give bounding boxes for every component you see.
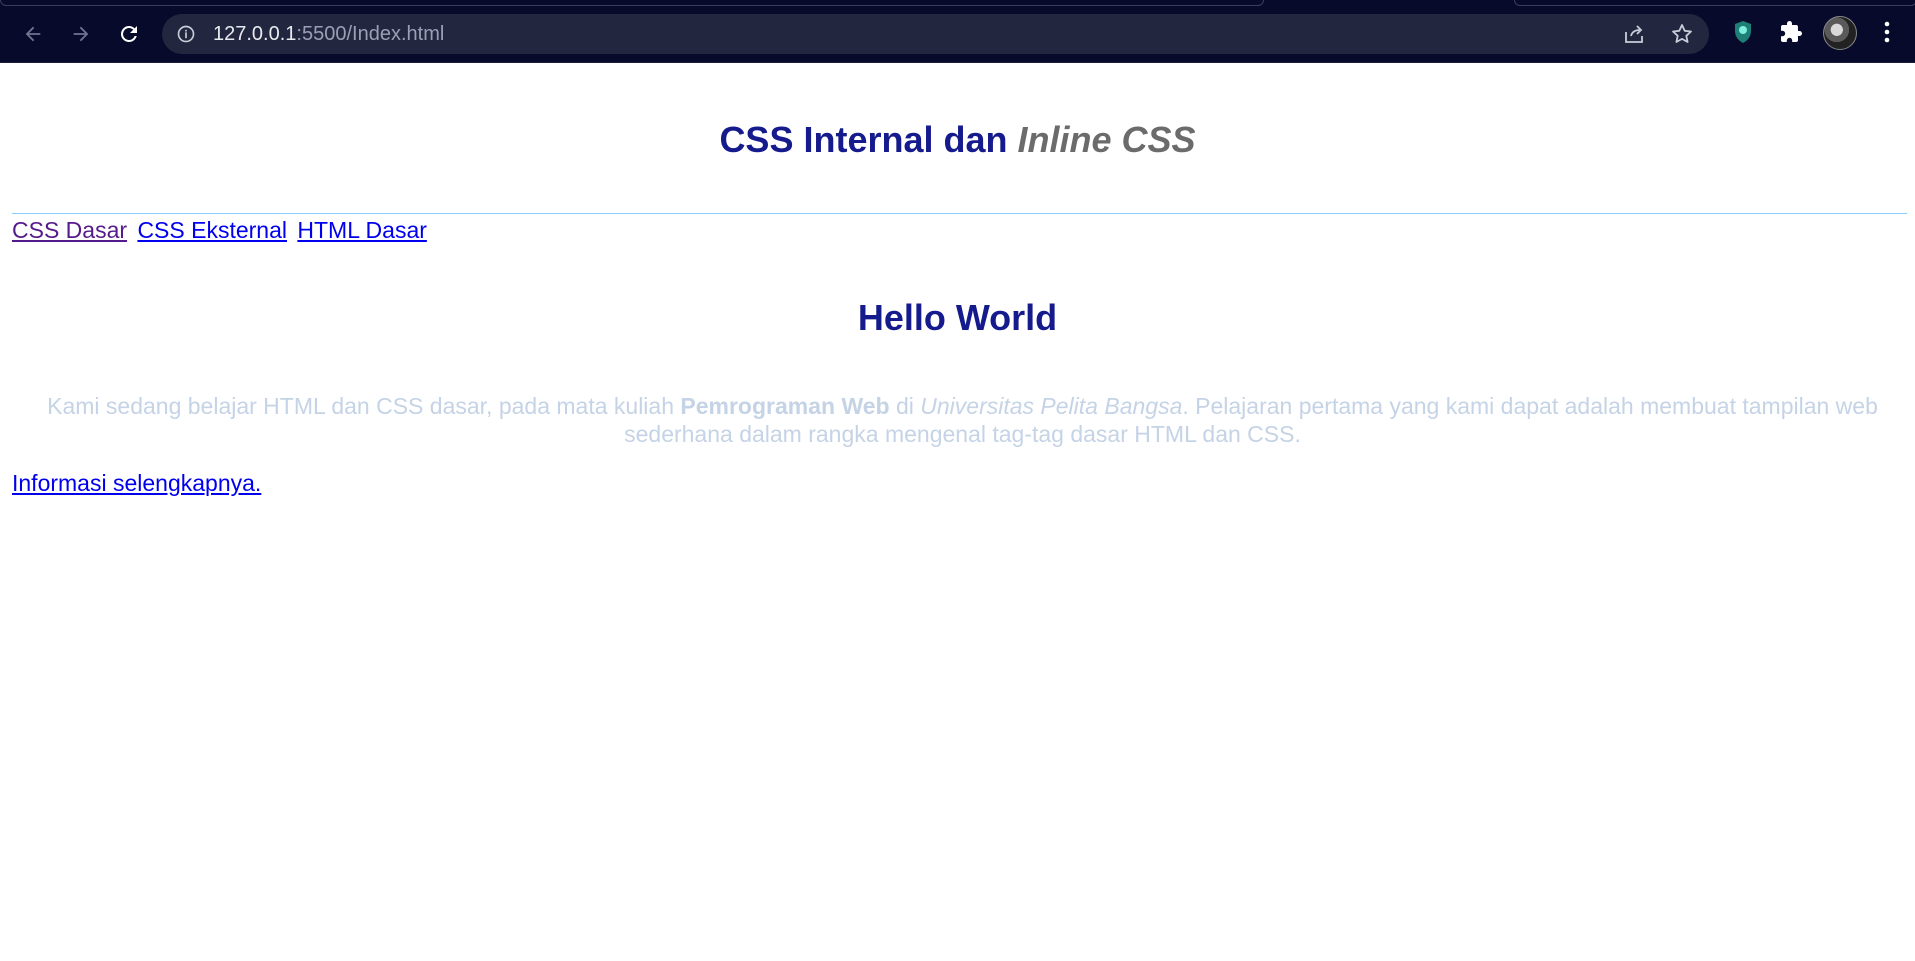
- title-main: CSS Internal dan: [719, 119, 1018, 160]
- url-host: 127.0.0.1: [213, 23, 297, 45]
- nav-links: CSS Dasar CSS Eksternal HTML Dasar: [12, 217, 431, 244]
- description-paragraph: Kami sedang belajar HTML dan CSS dasar, …: [24, 392, 1901, 448]
- more-info: Informasi selengkapnya.: [12, 470, 261, 497]
- title-css: CSS: [1111, 119, 1196, 160]
- address-bar[interactable]: 127.0.0.1:5500/Index.html: [162, 14, 1709, 54]
- back-button[interactable]: [18, 19, 48, 49]
- tab-strip: [0, 0, 1915, 6]
- desc-italic: Universitas Pelita Bangsa: [920, 393, 1183, 419]
- title-inline: Inline: [1017, 119, 1112, 160]
- forward-arrow-icon: [73, 26, 89, 42]
- link-css-eksternal[interactable]: CSS Eksternal: [137, 217, 287, 243]
- puzzle-icon: [1781, 21, 1802, 42]
- bookmark-button[interactable]: [1670, 22, 1694, 46]
- url-path: :5500/Index.html: [296, 23, 445, 45]
- back-arrow-icon: [25, 26, 41, 42]
- extension-button[interactable]: [1728, 17, 1758, 47]
- star-icon: [1672, 24, 1692, 43]
- profile-avatar[interactable]: [1823, 16, 1857, 50]
- inactive-tab-edge[interactable]: [1514, 0, 1915, 6]
- extension-shield-icon: [1735, 21, 1751, 43]
- share-button[interactable]: [1622, 22, 1646, 46]
- page-title: CSS Internal dan Inline CSS: [12, 63, 1903, 173]
- reload-icon: [121, 26, 137, 42]
- share-icon: [1625, 25, 1643, 43]
- more-info-link[interactable]: Informasi selengkapnya.: [12, 470, 261, 496]
- desc-part2: di: [889, 393, 921, 419]
- active-tab-edge[interactable]: [0, 0, 1264, 6]
- url-text[interactable]: 127.0.0.1:5500/Index.html: [213, 24, 444, 44]
- link-html-dasar[interactable]: HTML Dasar: [297, 217, 427, 243]
- reload-button[interactable]: [114, 19, 144, 49]
- browser-menu-button[interactable]: [1872, 17, 1902, 47]
- link-css-dasar[interactable]: CSS Dasar: [12, 217, 127, 243]
- horizontal-rule: [12, 213, 1907, 214]
- hello-heading: Hello World: [857, 297, 1058, 338]
- browser-toolbar: 127.0.0.1:5500/Index.html: [0, 0, 1915, 63]
- menu-dots-icon: [1884, 21, 1890, 43]
- extensions-menu-button[interactable]: [1776, 17, 1806, 47]
- page-content: CSS Internal dan Inline CSS CSS Dasar CS…: [0, 63, 1915, 496]
- desc-bold: Pemrograman Web: [680, 393, 890, 419]
- forward-button[interactable]: [66, 19, 96, 49]
- desc-part1: Kami sedang belajar HTML dan CSS dasar, …: [47, 393, 681, 419]
- info-icon[interactable]: [176, 24, 196, 44]
